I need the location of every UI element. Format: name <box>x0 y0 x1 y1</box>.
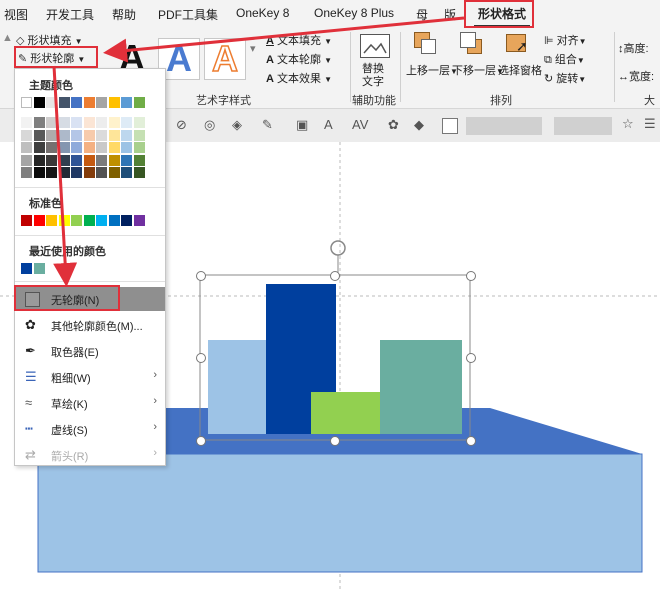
annotation-arrows <box>52 16 465 287</box>
annotation-arrow-outline-to-no-outline <box>52 65 78 287</box>
annotation-arrow-tab-to-outline <box>103 16 465 63</box>
